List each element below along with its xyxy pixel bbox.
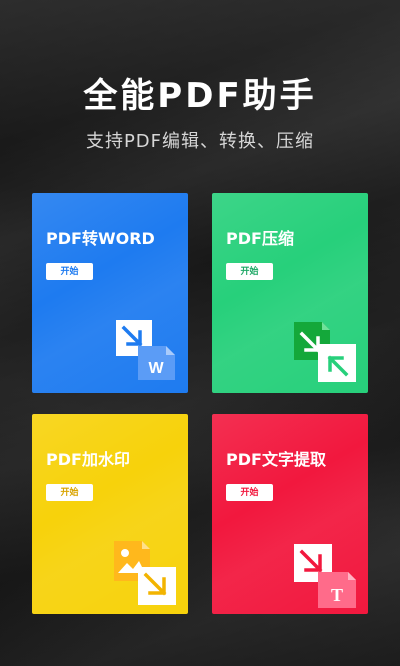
text-extract-icon: T (292, 542, 362, 612)
text-letter: T (331, 585, 343, 605)
card-title: PDF转WORD (46, 229, 155, 248)
card-title: PDF文字提取 (226, 450, 326, 469)
card-title: PDF压缩 (226, 229, 294, 248)
pdf-to-word-icon: W (110, 318, 180, 386)
card-pdf-watermark[interactable]: PDF加水印 开始 (32, 414, 188, 614)
card-pdf-text-extract[interactable]: PDF文字提取 开始 T (212, 414, 368, 614)
watermark-icon (112, 539, 180, 607)
page-subtitle: 支持PDF编辑、转换、压缩 (85, 131, 315, 152)
start-button[interactable]: 开始 (46, 484, 93, 501)
start-button[interactable]: 开始 (226, 484, 273, 501)
card-pdf-to-word[interactable]: PDF转WORD 开始 W (32, 193, 188, 393)
card-title: PDF加水印 (46, 450, 130, 469)
card-pdf-compress[interactable]: PDF压缩 开始 (212, 193, 368, 393)
compress-icon (292, 320, 360, 386)
page-title: 全能PDF助手 (83, 76, 317, 116)
word-letter: W (148, 360, 164, 377)
start-button[interactable]: 开始 (226, 263, 273, 280)
start-button[interactable]: 开始 (46, 263, 93, 280)
